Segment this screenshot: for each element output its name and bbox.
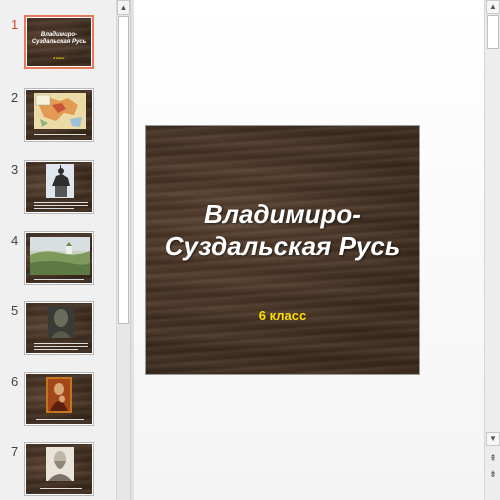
thumbnail-frame[interactable] <box>24 88 94 142</box>
thumbnail-subtitle: 6 класс <box>53 56 65 60</box>
thumbnail-slide-6[interactable]: 6 <box>0 372 116 428</box>
thumbnail-slide-3[interactable]: 3 <box>0 160 116 216</box>
thumbnail-frame[interactable] <box>24 301 94 355</box>
bust-image <box>48 306 74 338</box>
slide-title-line-1: Владимиро- <box>204 199 361 229</box>
scroll-up-arrow-icon[interactable]: ▲ <box>117 0 130 15</box>
thumbnail-slide-7[interactable]: 7 <box>0 442 116 498</box>
slide-number: 2 <box>11 90 19 105</box>
caption-line <box>36 419 84 420</box>
previous-slide-icon[interactable]: ⇞ <box>486 452 500 466</box>
slide-number: 5 <box>11 303 19 318</box>
scrollbar-thumb[interactable] <box>118 16 129 324</box>
thumbnail-frame[interactable] <box>24 372 94 426</box>
thumbnail-preview <box>26 444 92 494</box>
slide-title[interactable]: Владимиро- Суздальская Русь <box>146 198 419 262</box>
scrollbar-thumb[interactable] <box>487 15 499 49</box>
caption-line <box>34 134 86 135</box>
caption-line <box>34 343 88 344</box>
thumbnail-slide-1[interactable]: 1 Владимиро-Суздальская Русь 6 класс <box>0 15 116 71</box>
caption-line <box>34 208 74 209</box>
caption-line <box>34 346 88 347</box>
landscape-painting-image <box>30 237 90 275</box>
thumbnail-frame[interactable]: Владимиро-Суздальская Русь 6 класс <box>24 15 94 69</box>
slide-number: 6 <box>11 374 19 389</box>
caption-line <box>34 349 78 350</box>
icon-painting-image <box>46 377 72 413</box>
thumbnail-frame[interactable] <box>24 160 94 214</box>
thumbnail-preview <box>26 233 92 283</box>
thumbnail-preview <box>26 162 92 212</box>
thumbnail-scrollbar[interactable]: ▲ <box>116 0 130 500</box>
monument-image <box>46 164 74 198</box>
slide-editor-area: Владимиро- Суздальская Русь 6 класс <box>134 0 484 500</box>
slide-thumbnail-pane: 1 Владимиро-Суздальская Русь 6 класс 2 3… <box>0 0 116 500</box>
thumbnail-slide-5[interactable]: 5 <box>0 301 116 357</box>
thumbnail-slide-2[interactable]: 2 <box>0 88 116 144</box>
next-slide-icon[interactable]: ⇟ <box>486 468 500 482</box>
thumbnail-slide-4[interactable]: 4 <box>0 231 116 287</box>
thumbnail-title: Владимиро-Суздальская Русь <box>31 32 87 45</box>
thumbnail-preview: Владимиро-Суздальская Русь 6 класс <box>27 18 91 66</box>
current-slide[interactable]: Владимиро- Суздальская Русь 6 класс <box>145 125 420 375</box>
slide-number: 7 <box>11 444 19 459</box>
scroll-up-arrow-icon[interactable]: ▲ <box>486 0 500 14</box>
map-image <box>34 93 86 129</box>
slide-title-line-2: Суздальская Русь <box>164 231 401 261</box>
caption-line <box>34 279 84 280</box>
caption-line <box>40 488 82 489</box>
thumbnail-preview <box>26 90 92 140</box>
thumbnail-preview <box>26 374 92 424</box>
thumbnail-frame[interactable] <box>24 231 94 285</box>
editor-scrollbar[interactable]: ▲ ▼ ⇞ ⇟ <box>484 0 500 500</box>
caption-line <box>34 205 88 206</box>
portrait-drawing-image <box>46 447 74 481</box>
scroll-down-arrow-icon[interactable]: ▼ <box>486 432 500 446</box>
thumbnail-preview <box>26 303 92 353</box>
slide-subtitle[interactable]: 6 класс <box>146 308 419 323</box>
slide-number: 1 <box>11 17 19 32</box>
caption-line <box>34 202 88 203</box>
thumbnail-frame[interactable] <box>24 442 94 496</box>
slide-number: 3 <box>11 162 19 177</box>
slide-number: 4 <box>11 233 19 248</box>
presentation-app-window: 1 Владимиро-Суздальская Русь 6 класс 2 3… <box>0 0 500 500</box>
